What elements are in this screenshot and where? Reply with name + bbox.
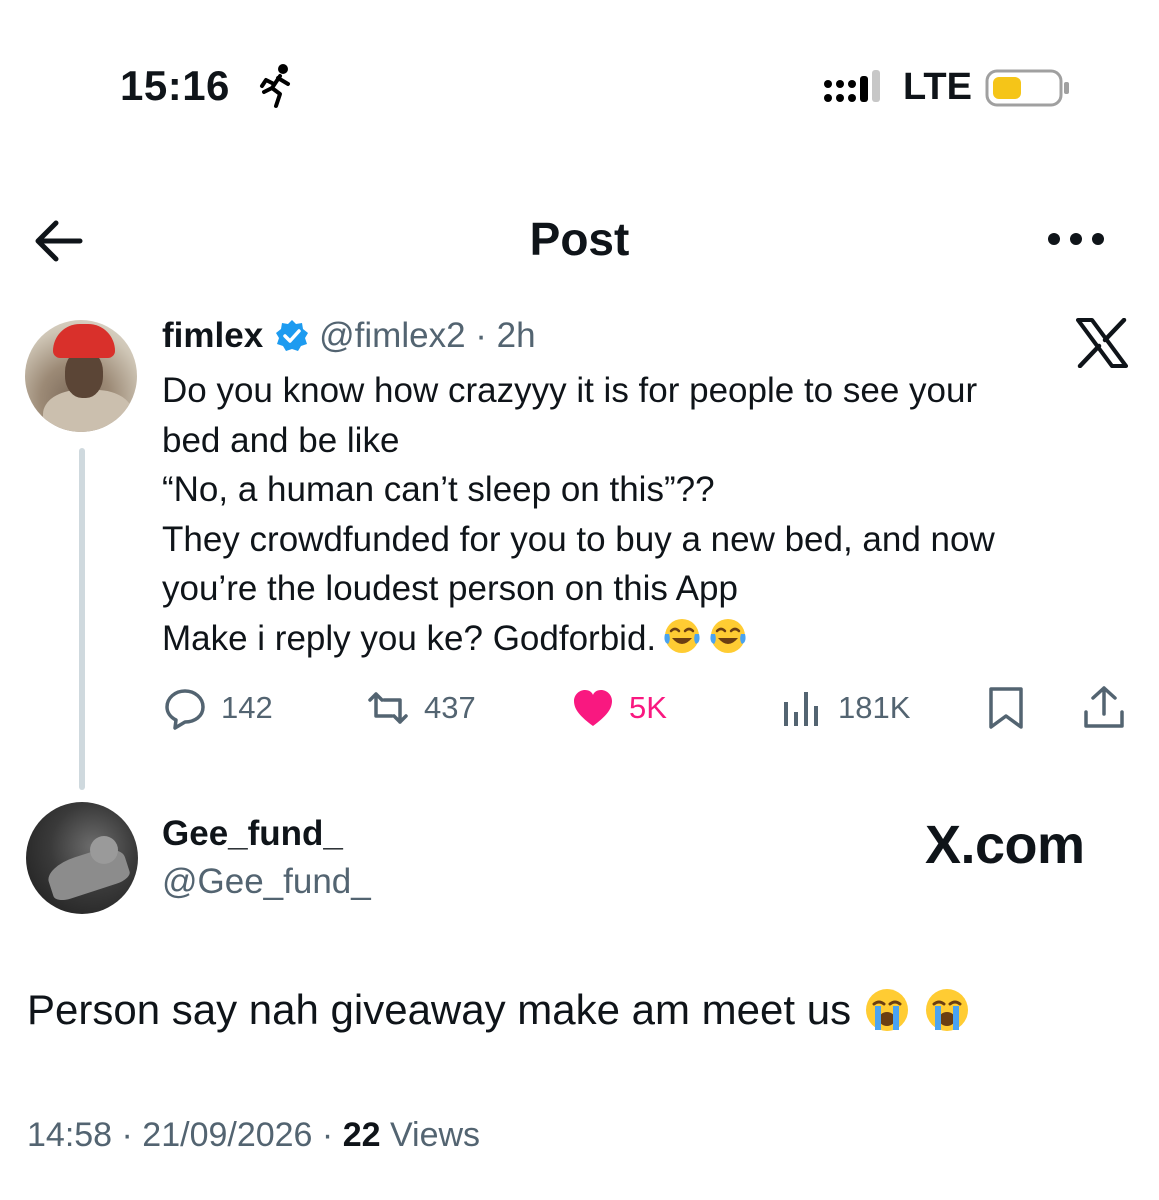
thread-connector-line <box>79 448 85 790</box>
running-person-icon <box>260 64 290 108</box>
views-button[interactable]: 181K <box>780 686 910 730</box>
post-text-line: Do you know how crazyyy it is for people… <box>162 371 978 410</box>
reply-count: 142 <box>221 690 273 725</box>
avatar[interactable] <box>26 802 138 914</box>
post-author-row: fimlex @fimlex2 · 2h <box>162 316 536 356</box>
brand-watermark: X.com <box>925 815 1085 875</box>
author-handle-and-time: @fimlex2 · 2h <box>319 316 536 355</box>
reply-author-display-name[interactable]: Gee_fund_ <box>162 814 343 854</box>
post-text-line-last: Make i reply you ke? Godforbid. <box>162 614 1122 664</box>
battery-icon <box>985 69 1069 107</box>
bookmark-icon[interactable] <box>986 686 1026 730</box>
page-title: Post <box>529 213 630 265</box>
reply-author-handle[interactable]: @Gee_fund_ <box>162 862 371 902</box>
post-timestamp: 14:58 · 21/09/2026 · <box>27 1116 343 1154</box>
post-text: Do you know how crazyyy it is for people… <box>162 366 1122 663</box>
post-text-line: “No, a human can’t sleep on this”?? <box>162 470 715 509</box>
like-button[interactable]: 5K <box>571 686 667 730</box>
view-count: 181K <box>838 690 911 725</box>
tears-of-joy-emoji-icon <box>710 618 746 653</box>
loudly-crying-emoji-icon <box>926 989 969 1031</box>
like-count: 5K <box>629 690 667 725</box>
share-icon[interactable] <box>1082 684 1126 730</box>
author-display-name[interactable]: fimlex <box>162 316 263 356</box>
post-text-line: They crowdfunded for you to buy a new be… <box>162 519 995 559</box>
verified-badge-icon <box>276 320 309 351</box>
reply-text-content: Person say nah giveaway make am meet us <box>27 986 852 1033</box>
more-options-icon[interactable] <box>1044 228 1108 250</box>
avatar[interactable] <box>25 320 137 432</box>
x-logo-icon <box>1076 318 1128 368</box>
reply-text: Person say nah giveaway make am meet us <box>27 986 971 1034</box>
repost-count: 437 <box>424 690 476 725</box>
repost-button[interactable]: 437 <box>366 686 476 730</box>
reply-bubble-icon <box>165 689 205 730</box>
analytics-bars-icon <box>784 692 818 726</box>
post-text-line: you’re the loudest person on this App <box>162 569 738 608</box>
tears-of-joy-emoji-icon <box>664 618 700 653</box>
heart-filled-icon <box>574 690 612 726</box>
post-text-line: bed and be like <box>162 420 400 460</box>
status-time: 15:16 <box>120 62 230 109</box>
signal-strength-icon <box>824 70 880 102</box>
loudly-crying-emoji-icon <box>866 989 909 1031</box>
post-view-count: 22 <box>342 1116 381 1154</box>
views-label: Views <box>380 1116 481 1154</box>
reply-button[interactable]: 142 <box>163 686 273 730</box>
network-type: LTE <box>903 66 972 108</box>
post-meta: 14:58 · 21/09/2026 · 22 Views <box>27 1116 480 1155</box>
post-text-line: Make i reply you ke? Godforbid. <box>162 618 657 658</box>
repost-arrows-icon <box>368 692 408 724</box>
